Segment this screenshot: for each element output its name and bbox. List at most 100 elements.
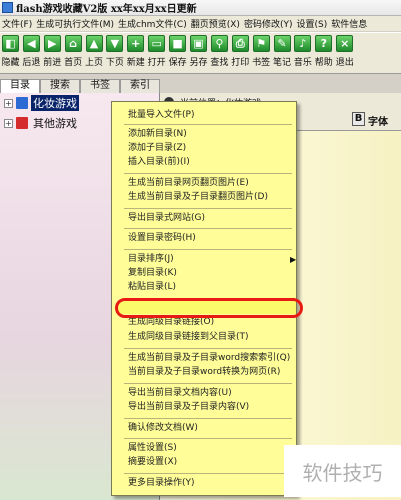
menu-separator xyxy=(124,383,292,384)
print-icon: ⎙ xyxy=(231,35,249,52)
open-icon: ▭ xyxy=(148,35,166,52)
toolbar-button-6[interactable]: + 新建 xyxy=(125,33,146,73)
forward-icon: ▶ xyxy=(43,35,61,52)
toolbar-button-label: 保存 xyxy=(168,58,187,68)
new-icon: + xyxy=(127,35,145,52)
tree-item-makeup-games[interactable]: + 化妆游戏 xyxy=(4,95,79,111)
menu-file[interactable]: 文件(F) xyxy=(0,17,34,30)
context-menu-item-17[interactable]: 导出当前目录及子目录内容(V) xyxy=(128,401,249,414)
menu-separator xyxy=(124,124,292,125)
toolbar-button-4[interactable]: ▲ 上页 xyxy=(84,33,105,73)
menu-separator xyxy=(124,438,292,439)
expand-icon[interactable]: + xyxy=(4,118,13,128)
toolbar-button-label: 下页 xyxy=(105,58,124,68)
toolbar-button-14[interactable]: ♪ 音乐 xyxy=(292,33,313,73)
home-icon: ⌂ xyxy=(64,35,82,52)
toolbar-button-label: 后退 xyxy=(22,58,41,68)
context-menu-item-16[interactable]: 导出当前目录文档内容(U) xyxy=(128,387,232,400)
menu-bar: 文件(F) 生成可执行文件(M) 生成chm文件(C) 翻页预览(X) 密码修改… xyxy=(0,16,401,31)
toolbar-button-13[interactable]: ✎ 笔记 xyxy=(272,33,293,73)
context-menu-item-2[interactable]: 添加子目录(Z) xyxy=(128,142,186,155)
left-tabs: 目录 搜索 书签 索引 xyxy=(0,79,160,93)
menu-separator xyxy=(124,418,292,419)
toolbar-button-label: 隐藏 xyxy=(1,58,20,68)
toolbar-button-10[interactable]: ⚲ 查找 xyxy=(209,33,230,73)
tree-item-other-games[interactable]: + 其他游戏 xyxy=(4,115,79,131)
bookmark-icon: ⚑ xyxy=(252,35,270,52)
menu-password[interactable]: 密码修改(Y) xyxy=(242,17,295,30)
highlighted-item-background xyxy=(118,301,296,314)
toolbar-button-3[interactable]: ⌂ 首页 xyxy=(63,33,84,73)
toolbar-button-label: 帮助 xyxy=(314,58,333,68)
context-menu: 批量导入文件(P) 添加新目录(N) 添加子目录(Z) 插入目录(前)(I) 生成当前目… xyxy=(111,101,297,496)
save-as-icon: ▣ xyxy=(189,35,207,52)
toolbar-button-16[interactable]: × 退出 xyxy=(334,33,355,73)
context-menu-item-12[interactable]: 生成同级目录链接(O) xyxy=(128,316,214,329)
toolbar-button-5[interactable]: ▼ 下页 xyxy=(104,33,125,73)
tab-contents[interactable]: 目录 xyxy=(0,79,40,93)
toolbar-button-label: 上页 xyxy=(85,58,104,68)
tab-search[interactable]: 搜索 xyxy=(40,79,80,93)
font-label[interactable]: 字体 xyxy=(368,113,388,128)
toolbar-button-2[interactable]: ▶ 前进 xyxy=(42,33,63,73)
window-title: flash游戏收藏V2版 xx年xx月xx日更新 xyxy=(16,4,197,15)
toolbar-button-1[interactable]: ◀ 后退 xyxy=(21,33,42,73)
toolbar-button-9[interactable]: ▣ 另存 xyxy=(188,33,209,73)
context-menu-item-5[interactable]: 生成当前目录及子目录翻页图片(D) xyxy=(128,191,268,204)
submenu-arrow-icon: ▶ xyxy=(290,255,297,264)
context-menu-item-6[interactable]: 导出目录式网站(G) xyxy=(128,212,205,225)
context-menu-item-18[interactable]: 确认修改文档(W) xyxy=(128,422,198,435)
context-menu-item-4[interactable]: 生成当前目录网页翻页图片(E) xyxy=(128,177,249,190)
toolbar-button-label: 打开 xyxy=(147,58,166,68)
book-icon xyxy=(16,117,28,129)
menu-build-exe[interactable]: 生成可执行文件(M) xyxy=(34,17,116,30)
context-menu-item-10[interactable]: 粘贴目录(L) xyxy=(128,281,176,294)
prev-page-icon: ▲ xyxy=(85,35,103,52)
context-menu-item-15[interactable]: 当前目录及子目录word转换为网页(R) xyxy=(128,366,280,379)
context-menu-item-13[interactable]: 生成同级目录链接到父目录(T) xyxy=(128,331,249,344)
toolbar-button-label: 笔记 xyxy=(273,58,292,68)
context-menu-item-7[interactable]: 设置目录密码(H) xyxy=(128,232,196,245)
menu-separator xyxy=(124,249,292,250)
context-menu-item-20[interactable]: 摘要设置(X) xyxy=(128,456,177,469)
tab-index[interactable]: 索引 xyxy=(120,79,160,93)
back-icon: ◀ xyxy=(22,35,40,52)
context-menu-item-1[interactable]: 添加新目录(N) xyxy=(128,128,187,141)
toolbar-button-label: 新建 xyxy=(126,58,145,68)
toolbar-button-11[interactable]: ⎙ 打印 xyxy=(230,33,251,73)
menu-settings[interactable]: 设置(S) xyxy=(294,17,329,30)
toolbar-button-0[interactable]: ◧ 隐藏 xyxy=(0,33,21,73)
toolbar-button-7[interactable]: ▭ 打开 xyxy=(146,33,167,73)
menu-separator xyxy=(124,473,292,474)
toolbar-button-label: 前进 xyxy=(43,58,62,68)
watermark: 软件技巧 xyxy=(284,445,401,497)
music-icon: ♪ xyxy=(294,35,312,52)
toolbar-button-label: 音乐 xyxy=(293,58,312,68)
context-menu-item-3[interactable]: 插入目录(前)(I) xyxy=(128,156,190,169)
toolbar-button-15[interactable]: ? 帮助 xyxy=(313,33,334,73)
expand-icon[interactable]: + xyxy=(4,98,13,108)
context-menu-item-19[interactable]: 属性设置(S) xyxy=(128,442,177,455)
toolbar-button-12[interactable]: ⚑ 书签 xyxy=(251,33,272,73)
app-icon xyxy=(2,2,13,13)
book-icon xyxy=(16,97,28,109)
bold-button[interactable]: B xyxy=(352,112,365,126)
toolbar-button-8[interactable]: ■ 保存 xyxy=(167,33,188,73)
menu-software-info[interactable]: 软件信息 xyxy=(329,17,369,30)
tab-bookmarks[interactable]: 书签 xyxy=(80,79,120,93)
context-menu-item-0[interactable]: 批量导入文件(P) xyxy=(128,109,194,122)
context-menu-item-21[interactable]: 更多目录操作(Y) xyxy=(128,477,195,490)
exit-icon: × xyxy=(336,35,354,52)
context-menu-item-9[interactable]: 复制目录(K) xyxy=(128,267,177,280)
menu-separator xyxy=(124,228,292,229)
context-menu-item-14[interactable]: 生成当前目录及子目录word搜索索引(Q) xyxy=(128,352,290,365)
menu-separator xyxy=(124,208,292,209)
menu-separator xyxy=(124,173,292,174)
note-icon: ✎ xyxy=(273,35,291,52)
toolbar-button-label: 打印 xyxy=(231,58,250,68)
save-icon: ■ xyxy=(169,35,187,52)
context-menu-item-8[interactable]: 目录排序(J) xyxy=(128,253,174,266)
menu-separator xyxy=(124,348,292,349)
menu-build-chm[interactable]: 生成chm文件(C) xyxy=(116,17,189,30)
menu-page-preview[interactable]: 翻页预览(X) xyxy=(189,17,242,30)
